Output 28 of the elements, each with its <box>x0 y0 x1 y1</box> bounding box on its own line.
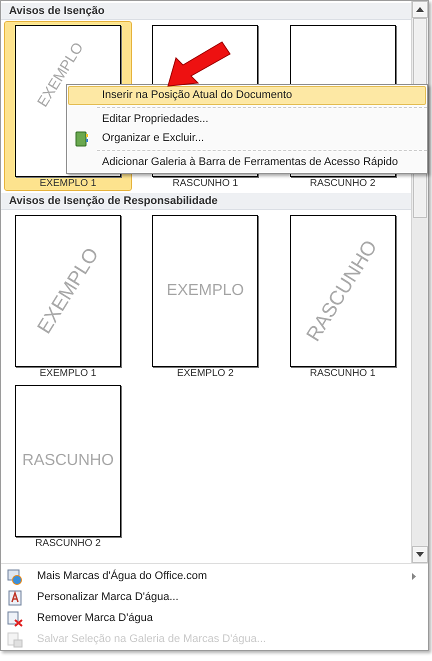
pointer-arrow-icon <box>166 40 232 88</box>
section-header: Avisos de Isenção <box>1 3 411 20</box>
page-letter-icon <box>8 590 22 606</box>
notebook-icon <box>75 130 89 146</box>
section-header: Avisos de Isenção de Responsabilidade <box>1 193 411 210</box>
option-label: RASCUNHO 2 <box>310 178 376 190</box>
globe-icon <box>7 568 23 584</box>
scroll-down-icon[interactable] <box>412 546 428 563</box>
context-menu-item[interactable]: Inserir na Posição Atual do Documento <box>68 86 426 105</box>
option-label: EXEMPLO 1 <box>40 178 96 190</box>
watermark-text: EXEMPLO <box>166 281 244 301</box>
option-label: RASCUNHO 2 <box>35 538 101 550</box>
option-label: EXEMPLO 1 <box>40 368 96 380</box>
menu-item[interactable]: Personalizar Marca D'água... <box>1 587 428 608</box>
context-menu-item[interactable]: Editar Propriedades... <box>68 110 426 129</box>
remove-watermark-icon <box>7 610 23 626</box>
menu-item[interactable]: Mais Marcas d'Água do Office.com <box>1 566 428 587</box>
context-menu-item[interactable]: Organizar e Excluir... <box>68 129 426 148</box>
watermark-option[interactable]: RASCUNHO RASCUNHO 2 <box>4 381 132 551</box>
option-label: RASCUNHO 1 <box>172 178 238 190</box>
option-label: EXEMPLO 2 <box>176 368 234 380</box>
save-gallery-icon <box>7 632 23 648</box>
watermark-text: RASCUNHO <box>22 451 114 471</box>
watermark-option[interactable]: EXEMPLO EXEMPLO 2 <box>141 211 270 381</box>
scroll-up-icon[interactable] <box>412 1 428 18</box>
menu-item[interactable]: Remover Marca D'água <box>1 608 428 629</box>
option-label: RASCUNHO 1 <box>310 368 376 380</box>
context-menu-item[interactable]: Adicionar Galeria à Barra de Ferramentas de Acesso Rápido <box>68 153 426 172</box>
